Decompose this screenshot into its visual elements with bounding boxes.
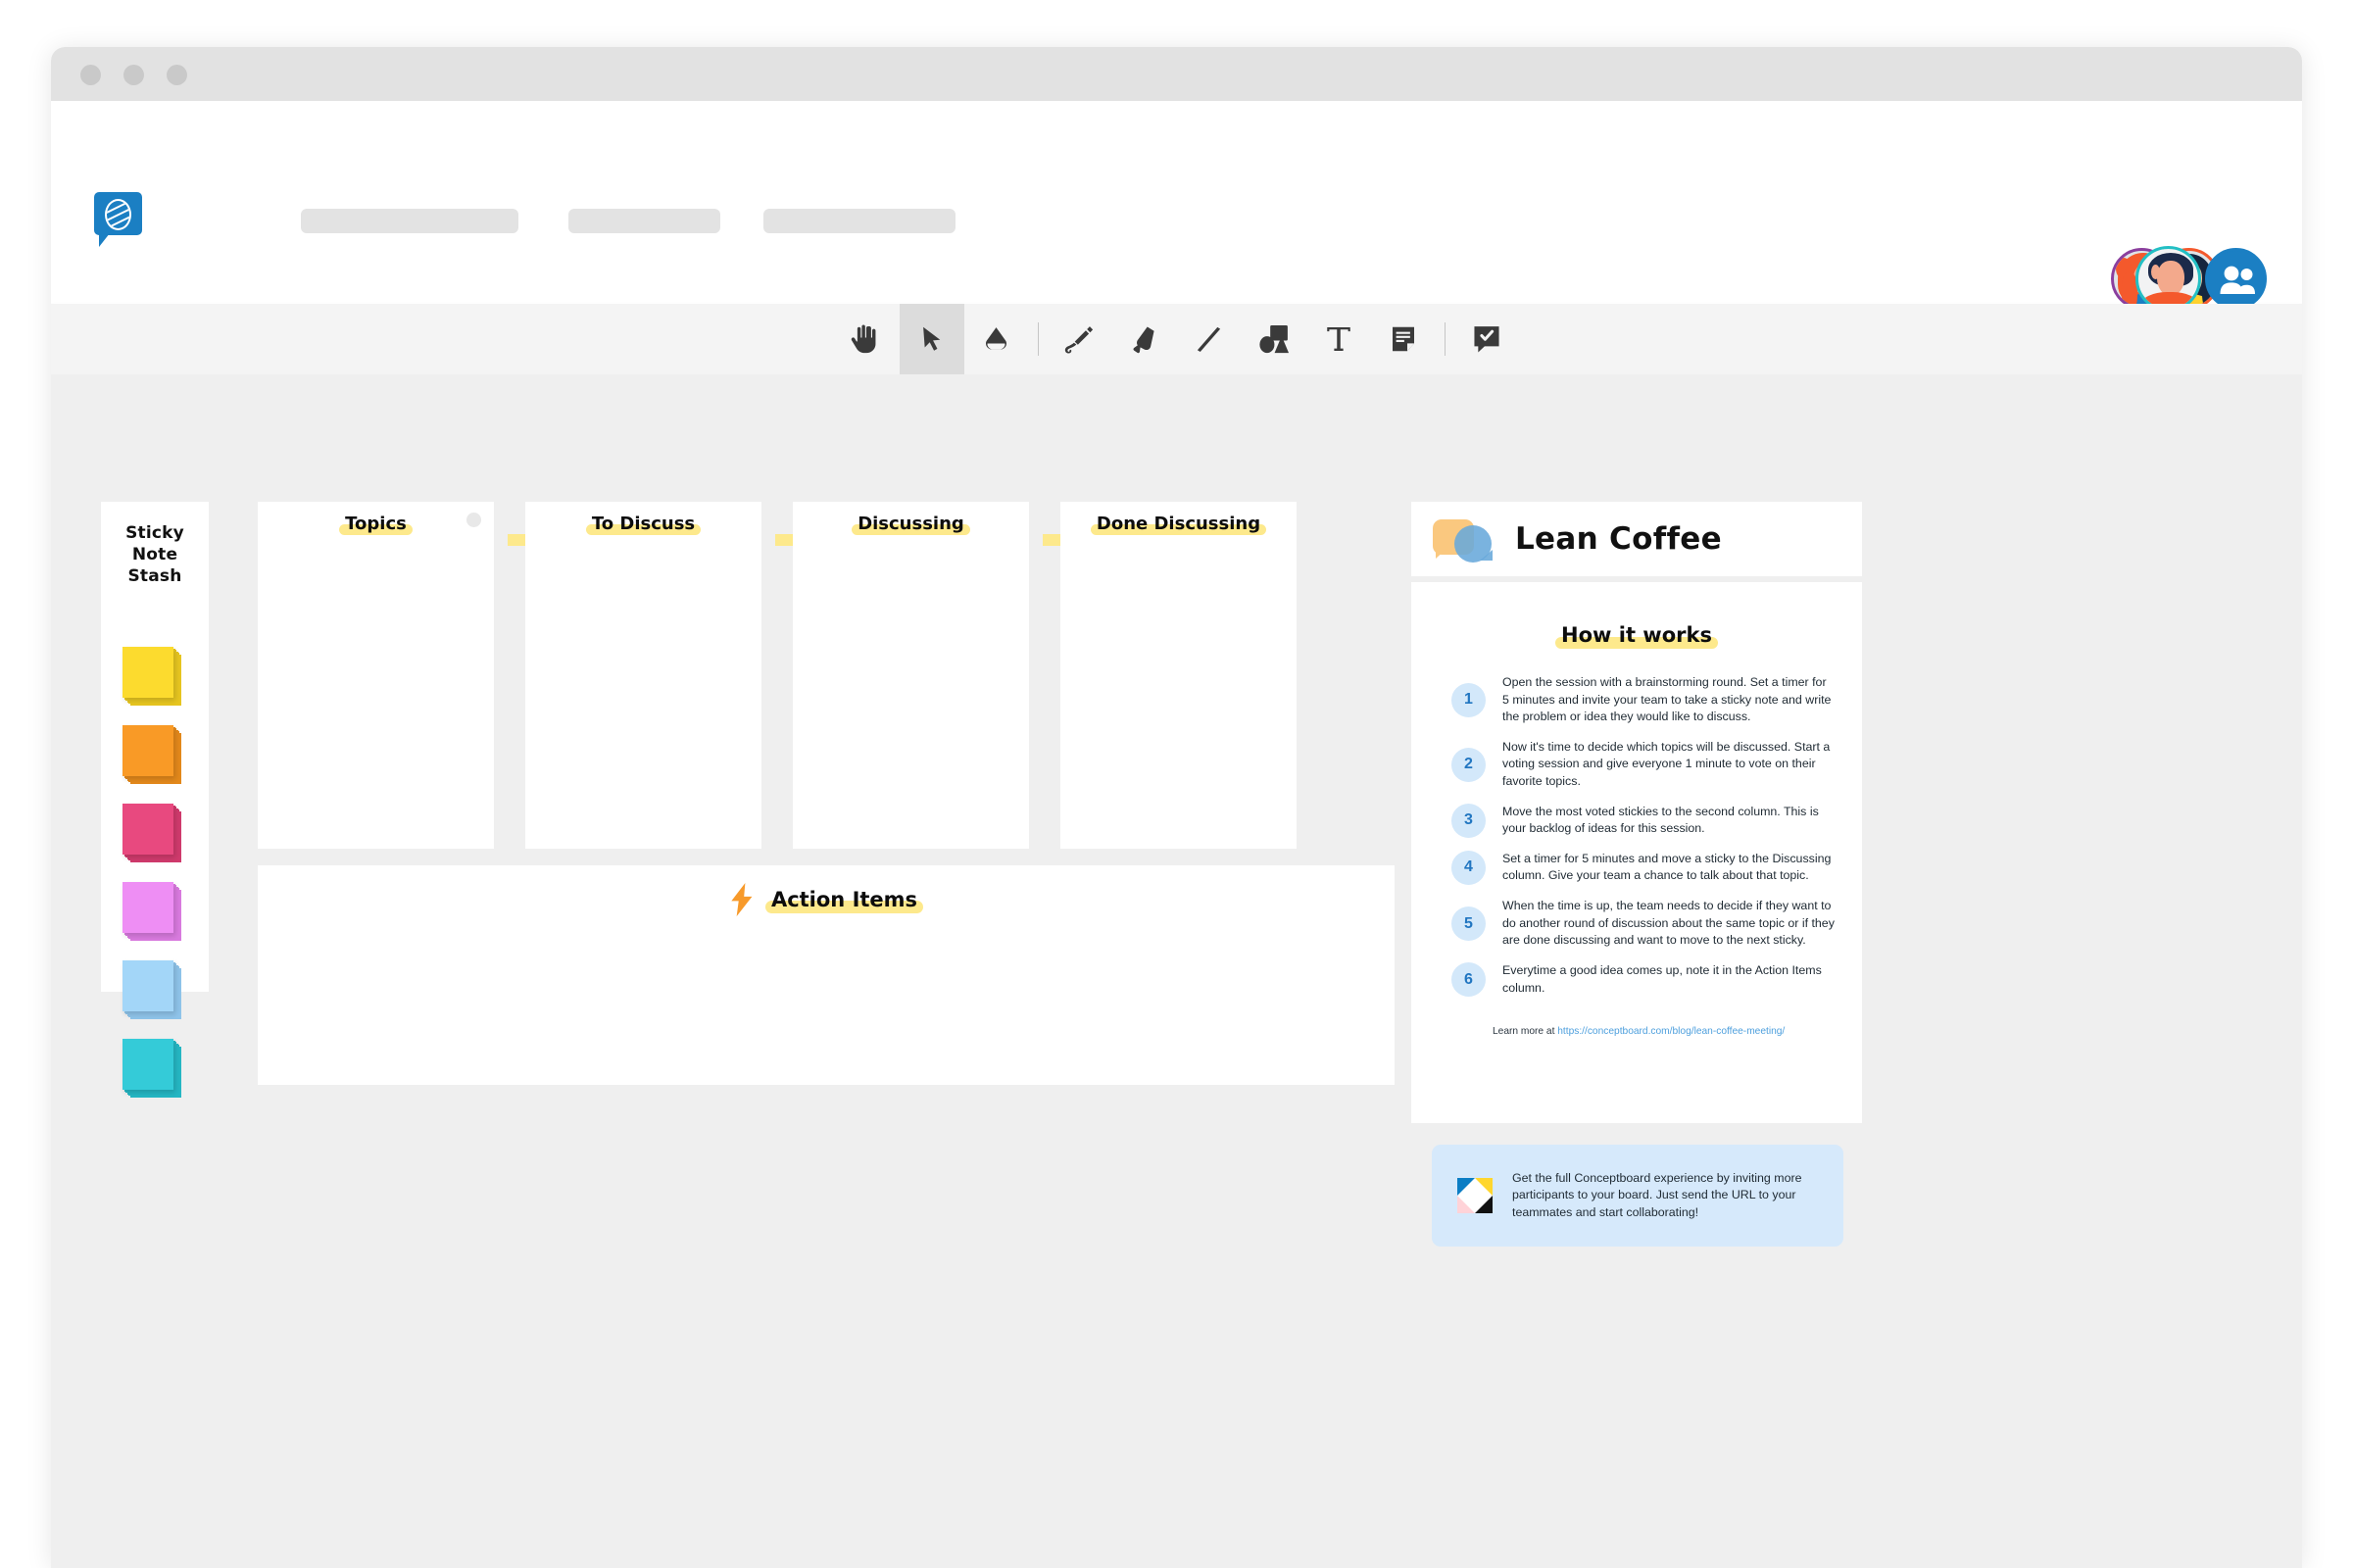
- step-3: 3 Move the most voted stickies to the sec…: [1451, 803, 1836, 838]
- invite-participants-card[interactable]: Get the full Conceptboard experience by …: [1432, 1145, 1843, 1247]
- column-title-label: Discussing: [852, 514, 970, 535]
- column-title-label: Done Discussing: [1090, 514, 1267, 535]
- sticky-stack-yellow[interactable]: [123, 647, 181, 706]
- sticky-top[interactable]: [123, 647, 173, 698]
- toolbar-separator-2: [1444, 322, 1446, 356]
- sticky-stack-turquoise[interactable]: [123, 1039, 181, 1098]
- tool-marker[interactable]: [1112, 304, 1177, 374]
- step-number-badge: 5: [1451, 906, 1486, 941]
- avatar-invite-people-button[interactable]: [2205, 248, 2267, 310]
- how-it-works-label: How it works: [1555, 623, 1718, 649]
- column-topics[interactable]: Topics: [258, 502, 494, 849]
- step-text: Set a timer for 5 minutes and move a sti…: [1502, 851, 1832, 883]
- tool-hand[interactable]: [835, 304, 900, 374]
- tool-pen[interactable]: [1048, 304, 1112, 374]
- tool-eraser[interactable]: [964, 304, 1029, 374]
- stash-title: Sticky Note Stash: [101, 523, 209, 587]
- sticky-top[interactable]: [123, 882, 173, 933]
- browser-titlebar: [51, 47, 2302, 101]
- column-title-label: To Discuss: [585, 514, 702, 535]
- board-canvas[interactable]: Sticky Note Stash Topics To Discuss Discus…: [51, 374, 2302, 1568]
- column-to-discuss[interactable]: To Discuss: [525, 502, 761, 849]
- conceptboard-mini-icon: [1457, 1178, 1493, 1213]
- sticky-top[interactable]: [123, 804, 173, 855]
- how-it-works-title: How it works: [1411, 623, 1862, 649]
- step-6: 6 Everytime a good idea comes up, note it…: [1451, 962, 1836, 998]
- lean-coffee-title: Lean Coffee: [1515, 521, 1722, 557]
- lean-coffee-header: Lean Coffee: [1411, 502, 1862, 576]
- stash-title-line-2: Note: [131, 544, 178, 564]
- people-icon: [2220, 266, 2255, 294]
- learn-more-link[interactable]: https://conceptboard.com/blog/lean-coffe…: [1557, 1026, 1785, 1037]
- sticky-stack-violet[interactable]: [123, 882, 181, 941]
- step-number-badge: 3: [1451, 803, 1486, 838]
- step-text: When the time is up, the team needs to d…: [1502, 899, 1835, 948]
- column-title-topics: Topics: [258, 514, 494, 535]
- sticky-stack-pink[interactable]: [123, 804, 181, 862]
- step-4: 4 Set a timer for 5 minutes and move a st…: [1451, 850, 1836, 885]
- nav-placeholder-3[interactable]: [763, 209, 956, 233]
- step-2: 2 Now it's time to decide which topics wi…: [1451, 739, 1836, 791]
- nav-placeholder-1[interactable]: [301, 209, 518, 233]
- browser-window: Sticky Note Stash Topics To Discuss Discus…: [51, 47, 2302, 1568]
- logo-bubble-tail: [99, 233, 110, 247]
- column-title-to-discuss: To Discuss: [525, 514, 761, 535]
- stash-title-line-3: Stash: [127, 565, 182, 586]
- window-minimize-button[interactable]: [123, 65, 144, 85]
- step-text: Now it's time to decide which topics wil…: [1502, 739, 1831, 789]
- nav-placeholder-2[interactable]: [568, 209, 720, 233]
- sticky-top[interactable]: [123, 1039, 173, 1090]
- logo-oval-icon: [105, 199, 131, 230]
- app-header: [51, 101, 2302, 312]
- avatar-current-user[interactable]: [2135, 246, 2201, 312]
- step-number-badge: 6: [1451, 962, 1486, 998]
- tool-sticky-note[interactable]: [1371, 304, 1436, 374]
- conceptboard-logo[interactable]: [94, 192, 142, 247]
- tool-select[interactable]: [899, 304, 964, 374]
- learn-more-text: Learn more at https://conceptboard.com/b…: [1493, 1025, 1787, 1039]
- step-text: Open the session with a brainstorming ro…: [1502, 675, 1832, 724]
- how-it-works-steps: 1 Open the session with a brainstorming r…: [1451, 674, 1836, 1009]
- window-close-button[interactable]: [80, 65, 101, 85]
- sticky-top[interactable]: [123, 725, 173, 776]
- column-title-discussing: Discussing: [793, 514, 1029, 535]
- sticky-note-stash-panel: Sticky Note Stash: [101, 502, 209, 1098]
- topics-badge: [466, 513, 481, 527]
- step-text: Move the most voted stickies to the seco…: [1502, 804, 1819, 836]
- step-number-badge: 4: [1451, 850, 1486, 885]
- action-items-column[interactable]: Action Items: [258, 865, 1395, 1085]
- step-1: 1 Open the session with a brainstorming r…: [1451, 674, 1836, 726]
- learn-more-prefix: Learn more at: [1493, 1026, 1558, 1037]
- column-title-label: Topics: [339, 514, 413, 535]
- lightning-bolt-icon: [731, 883, 753, 916]
- tool-line[interactable]: [1177, 304, 1242, 374]
- tool-comment[interactable]: [1454, 304, 1519, 374]
- sticky-stack-lightblue[interactable]: [123, 960, 181, 1019]
- step-5: 5 When the time is up, the team needs to …: [1451, 898, 1836, 950]
- speech-bubbles-icon: [1433, 517, 1495, 563]
- canvas-toolbar: [51, 304, 2302, 374]
- step-number-badge: 2: [1451, 747, 1486, 782]
- column-discussing[interactable]: Discussing: [793, 502, 1029, 849]
- sticky-top[interactable]: [123, 960, 173, 1011]
- column-title-done-discussing: Done Discussing: [1060, 514, 1297, 535]
- column-done-discussing[interactable]: Done Discussing: [1060, 502, 1297, 849]
- lean-coffee-body: How it works 1 Open the session with a br…: [1411, 582, 1862, 1123]
- step-text: Everytime a good idea comes up, note it …: [1502, 962, 1822, 995]
- sticky-stack-orange[interactable]: [123, 725, 181, 784]
- action-items-title: Action Items: [764, 888, 924, 913]
- toolbar-separator-1: [1037, 322, 1039, 356]
- window-maximize-button[interactable]: [167, 65, 187, 85]
- tool-text[interactable]: [1306, 304, 1371, 374]
- invite-text: Get the full Conceptboard experience by …: [1512, 1170, 1802, 1219]
- tool-shapes[interactable]: [1242, 304, 1306, 374]
- step-number-badge: 1: [1451, 682, 1486, 717]
- stash-title-line-1: Sticky: [125, 523, 184, 543]
